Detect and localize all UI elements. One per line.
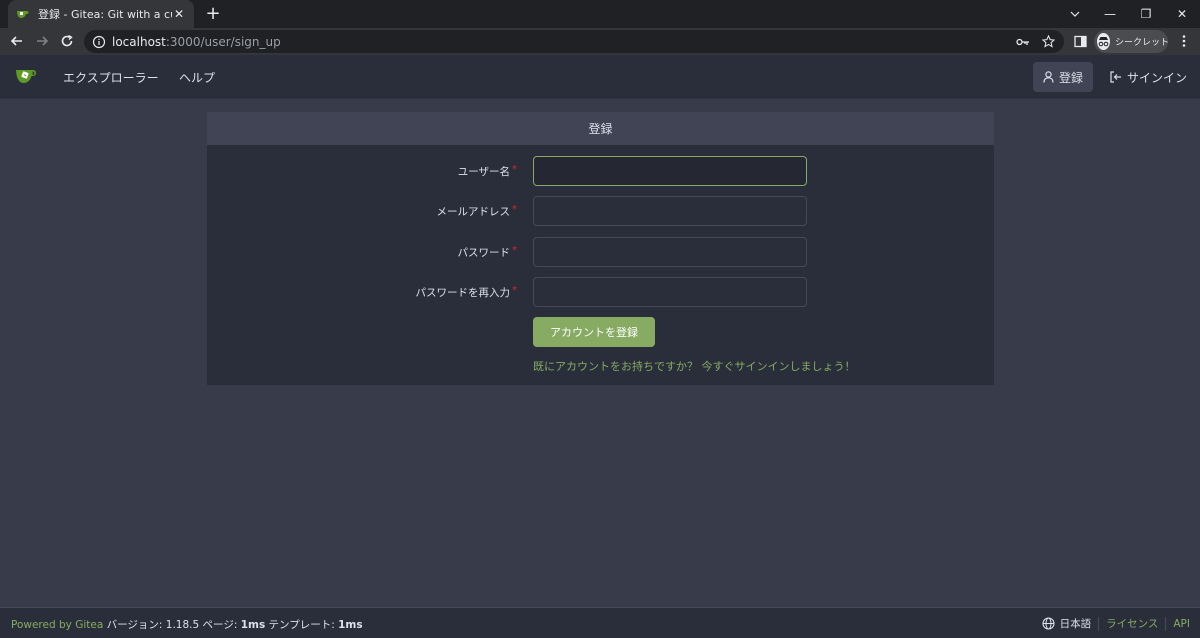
- gitea-logo-icon[interactable]: [15, 66, 39, 86]
- tab-search-icon[interactable]: [1057, 0, 1093, 28]
- powered-by-link[interactable]: Powered by Gitea: [11, 619, 103, 631]
- signup-form-card: 登録 ユーザー名 * メールアドレス * パスワード * パスワードを再入力 * アカウ…: [207, 112, 994, 385]
- bookmark-star-icon[interactable]: [1042, 30, 1055, 53]
- username-label: ユーザー名 *: [457, 164, 517, 178]
- required-mark: *: [512, 164, 517, 175]
- api-link[interactable]: API: [1173, 618, 1190, 630]
- site-info-icon[interactable]: [92, 35, 106, 49]
- restore-button[interactable]: ❐: [1128, 0, 1164, 28]
- password-key-icon[interactable]: [1016, 30, 1030, 53]
- password-field-row: パスワード *: [207, 237, 994, 267]
- browser-tab-strip: 登録 - Gitea: Git with a cup of tea ✕ + — …: [0, 0, 1200, 28]
- back-icon[interactable]: [6, 30, 28, 52]
- register-nav-button[interactable]: 登録: [1033, 62, 1094, 92]
- sign-in-icon: [1110, 71, 1121, 83]
- url-path: :3000/user/sign_up: [165, 34, 281, 49]
- retype-password-input[interactable]: [533, 277, 807, 307]
- required-mark: *: [512, 204, 517, 215]
- incognito-icon: [1097, 33, 1110, 50]
- language-selector[interactable]: 日本語: [1042, 616, 1092, 631]
- url-host: localhost: [112, 34, 166, 49]
- footer-divider: [1098, 616, 1100, 631]
- incognito-profile-button[interactable]: シークレット: [1094, 30, 1170, 53]
- version-value: 1.18.5: [165, 619, 200, 631]
- close-window-button[interactable]: ✕: [1164, 0, 1200, 28]
- page-footer: Powered by Gitea バージョン: 1.18.5 ページ: 1ms …: [0, 607, 1200, 638]
- template-time-value: 1ms: [338, 619, 363, 631]
- address-bar[interactable]: localhost:3000/user/sign_up: [84, 30, 1064, 53]
- form-title: 登録: [207, 112, 994, 145]
- email-label: メールアドレス *: [436, 204, 518, 218]
- reload-icon[interactable]: [56, 30, 78, 52]
- forward-icon[interactable]: [31, 30, 53, 52]
- template-time-label: テンプレート:: [268, 619, 335, 631]
- browser-toolbar: localhost:3000/user/sign_up シークレット: [0, 28, 1200, 55]
- side-panel-icon[interactable]: [1069, 30, 1091, 52]
- username-input[interactable]: [533, 156, 807, 186]
- language-label: 日本語: [1059, 618, 1092, 630]
- gitea-navbar: エクスプローラー ヘルプ 登録 サインイン: [0, 55, 1200, 99]
- retype-password-label: パスワードを再入力 *: [415, 285, 518, 299]
- tab-title: 登録 - Gitea: Git with a cup of tea: [38, 8, 172, 21]
- browser-tab[interactable]: 登録 - Gitea: Git with a cup of tea ✕: [8, 0, 194, 28]
- nav-help-link[interactable]: ヘルプ: [179, 69, 215, 86]
- gitea-favicon-icon: [17, 11, 29, 18]
- email-field-row: メールアドレス *: [207, 196, 994, 226]
- footer-divider: [1165, 616, 1167, 631]
- signin-nav-button[interactable]: サインイン: [1100, 62, 1197, 92]
- required-mark: *: [512, 285, 517, 296]
- signin-hint-link[interactable]: 既にアカウントをお持ちですか？ 今すぐサインインしましょう！: [533, 358, 856, 374]
- browser-menu-icon[interactable]: [1173, 30, 1195, 52]
- footer-links: 日本語 ライセンス API: [1042, 616, 1190, 631]
- signin-nav-label: サインイン: [1127, 70, 1188, 85]
- email-input[interactable]: [533, 196, 807, 226]
- minimize-button[interactable]: —: [1092, 0, 1128, 28]
- create-account-button[interactable]: アカウントを登録: [533, 317, 655, 347]
- retype-password-field-row: パスワードを再入力 *: [207, 277, 994, 307]
- register-nav-label: 登録: [1059, 70, 1084, 85]
- globe-icon: [1042, 617, 1055, 630]
- page-time-label: ページ:: [202, 619, 238, 631]
- user-icon: [1043, 71, 1054, 83]
- password-input[interactable]: [533, 237, 807, 267]
- username-field-row: ユーザー名 *: [207, 156, 994, 186]
- footer-info: Powered by Gitea バージョン: 1.18.5 ページ: 1ms …: [11, 617, 363, 632]
- profile-label: シークレット: [1115, 38, 1170, 48]
- page-time-value: 1ms: [240, 619, 266, 631]
- new-tab-button[interactable]: +: [202, 3, 224, 25]
- version-label: バージョン:: [106, 619, 163, 631]
- required-mark: *: [512, 245, 517, 256]
- nav-explore-link[interactable]: エクスプローラー: [63, 69, 159, 86]
- tab-close-icon[interactable]: ✕: [172, 7, 186, 21]
- license-link[interactable]: ライセンス: [1106, 616, 1158, 631]
- password-label: パスワード *: [457, 245, 518, 259]
